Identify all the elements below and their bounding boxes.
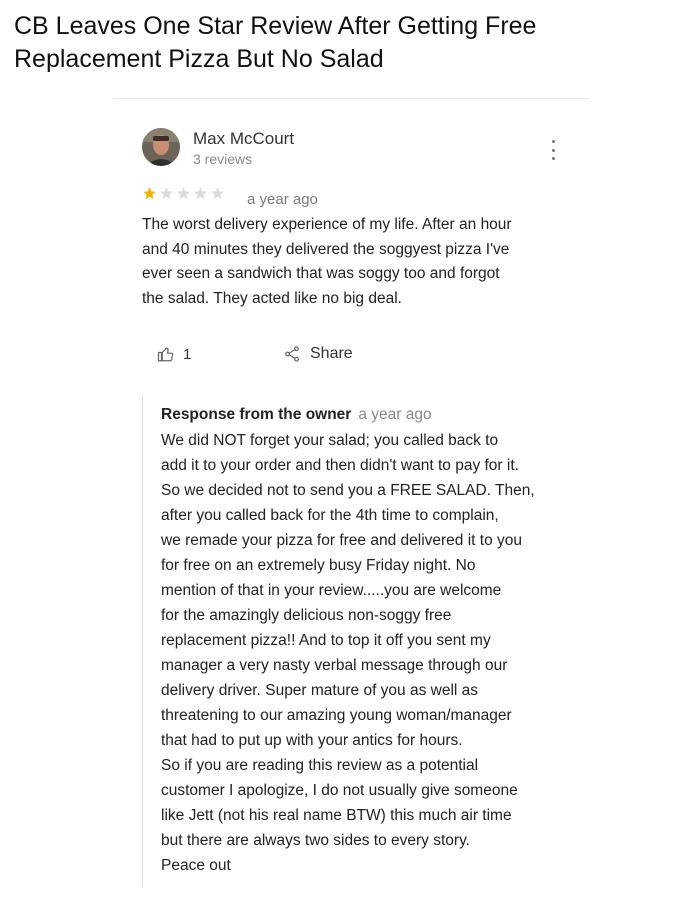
owner-response-line: So we decided not to send you a FREE SAL… (161, 482, 535, 499)
owner-response-title: Response from the owner (161, 406, 352, 423)
star-empty-icon (177, 187, 190, 200)
more-dot-icon (551, 140, 555, 143)
share-icon (285, 346, 299, 362)
review-text: The worst delivery experience of my life… (142, 213, 572, 311)
avatar[interactable] (142, 128, 180, 166)
owner-response-line: manager a very nasty verbal message thro… (161, 657, 508, 674)
owner-response-line: delivery driver. Super mature of you as … (161, 682, 479, 699)
response-border (142, 395, 143, 887)
headline-line: Replacement Pizza But No Salad (14, 45, 384, 73)
owner-response-line: Peace out (161, 857, 231, 874)
star-rating (142, 186, 225, 201)
owner-response-line: So if you are reading this review as a p… (161, 757, 479, 774)
avatar-photo (142, 128, 180, 166)
owner-response-line: like Jett (not his real name BTW) this m… (161, 807, 512, 824)
like-count: 1 (183, 345, 192, 363)
owner-response-line: add it to your order and then didn't wan… (161, 457, 519, 474)
reviewer-review-count[interactable]: 3 reviews (193, 151, 252, 167)
headline: CB Leaves One Star Review After Getting … (14, 10, 674, 76)
thumbs-up-icon (157, 347, 174, 362)
star-empty-icon (160, 187, 173, 200)
star-empty-icon (194, 187, 207, 200)
more-options-button[interactable] (546, 140, 560, 160)
owner-response-line: for free on an extremely busy Friday nig… (161, 557, 476, 574)
owner-response-line: we remade your pizza for free and delive… (161, 532, 522, 549)
review-date: a year ago (247, 191, 318, 208)
divider (113, 98, 590, 99)
star-filled-icon (143, 187, 156, 200)
star-empty-icon (211, 187, 224, 200)
owner-response-line: customer I apologize, I do not usually g… (161, 782, 518, 799)
owner-response-line: that had to put up with your antics for … (161, 732, 463, 749)
more-dot-icon (551, 157, 555, 160)
owner-response-line: mention of that in your review.....you a… (161, 582, 502, 599)
headline-line: CB Leaves One Star Review After Getting … (14, 12, 537, 40)
owner-response-line: for the amazingly delicious non-soggy fr… (161, 607, 452, 624)
owner-response-line: replacement pizza!! And to top it off yo… (161, 632, 491, 649)
share-label: Share (310, 345, 353, 362)
owner-response-line: threatening to our amazing young woman/m… (161, 707, 512, 724)
share-button[interactable]: Share (283, 345, 353, 363)
review-text-line: The worst delivery experience of my life… (142, 216, 512, 233)
review-text-line: and 40 minutes they delivered the soggye… (142, 240, 510, 258)
owner-response-line: after you called back for the 4th time t… (161, 507, 499, 524)
review-text-line: ever seen a sandwich that was soggy too … (142, 265, 500, 283)
like-button[interactable]: 1 (157, 345, 191, 363)
owner-response-date: a year ago (358, 406, 432, 423)
more-dot-icon (551, 148, 555, 152)
review-text-line: the salad. They acted like no big deal. (142, 289, 402, 307)
owner-response-header: Response from the owner a year ago (161, 406, 432, 424)
owner-response-line: We did NOT forget your salad; you called… (161, 432, 499, 449)
owner-response-line: but there are always two sides to every … (161, 832, 470, 849)
reviewer-name[interactable]: Max McCourt (193, 129, 294, 149)
owner-response-text: We did NOT forget your salad; you called… (161, 428, 576, 878)
